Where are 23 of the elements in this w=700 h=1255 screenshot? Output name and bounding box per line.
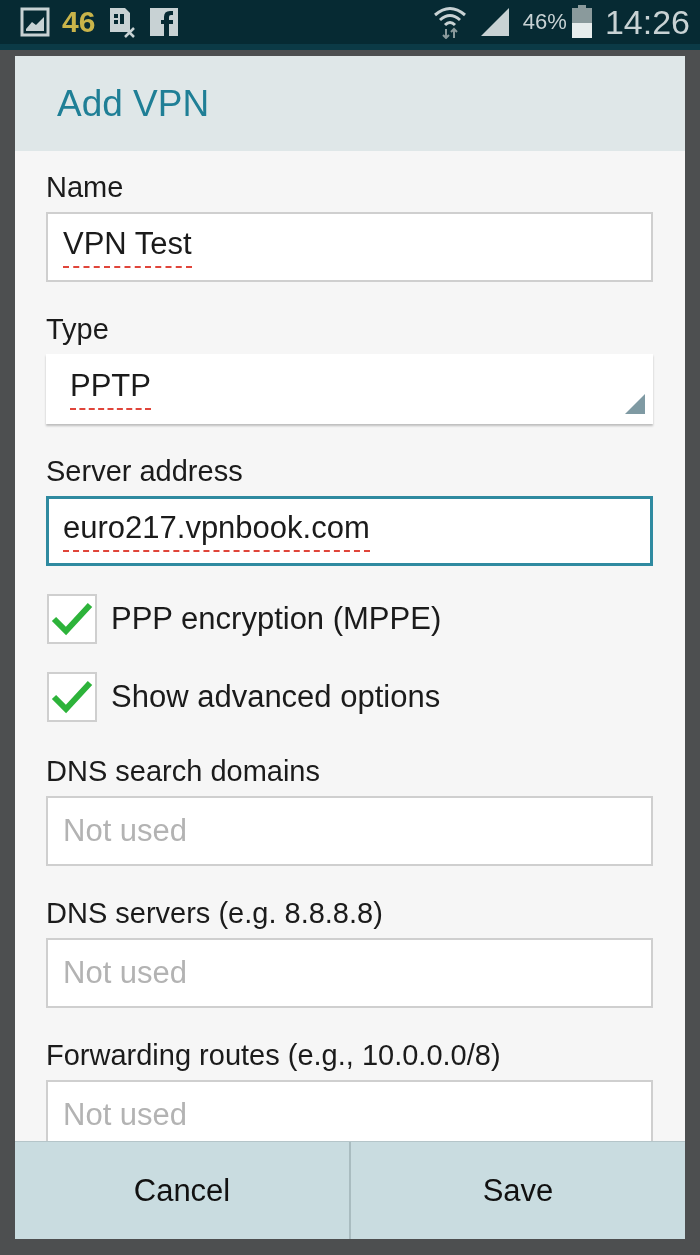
clock: 14:26	[604, 2, 690, 42]
checkbox-label: PPP encryption (MPPE)	[111, 601, 442, 637]
input-field[interactable]: VPN Test	[46, 212, 653, 282]
checkbox[interactable]	[47, 672, 97, 722]
input-field[interactable]: euro217.vpnbook.com	[46, 496, 653, 566]
checkbox[interactable]	[47, 594, 97, 644]
facebook-icon	[149, 7, 180, 37]
field-label: DNS search domains	[46, 754, 321, 788]
field-label: Server address	[46, 454, 244, 488]
sim-card-icon	[107, 6, 138, 38]
battery-percent: 46%	[522, 9, 567, 35]
dialog-title: Add VPN	[57, 82, 210, 125]
picture-icon	[20, 7, 50, 37]
field-label: Type	[46, 312, 110, 346]
wifi-icon	[432, 5, 467, 39]
battery-icon	[570, 5, 593, 39]
notification-count: 46	[62, 5, 96, 39]
field-label: Forwarding routes (e.g., 10.0.0.0/8)	[46, 1038, 502, 1072]
checkbox-label: Show advanced options	[111, 679, 441, 715]
dropdown-field[interactable]: PPTP	[46, 354, 653, 424]
field-label: Name	[46, 170, 125, 204]
field-label: DNS servers (e.g. 8.8.8.8)	[46, 896, 384, 930]
dropdown-corner-icon	[625, 394, 645, 414]
